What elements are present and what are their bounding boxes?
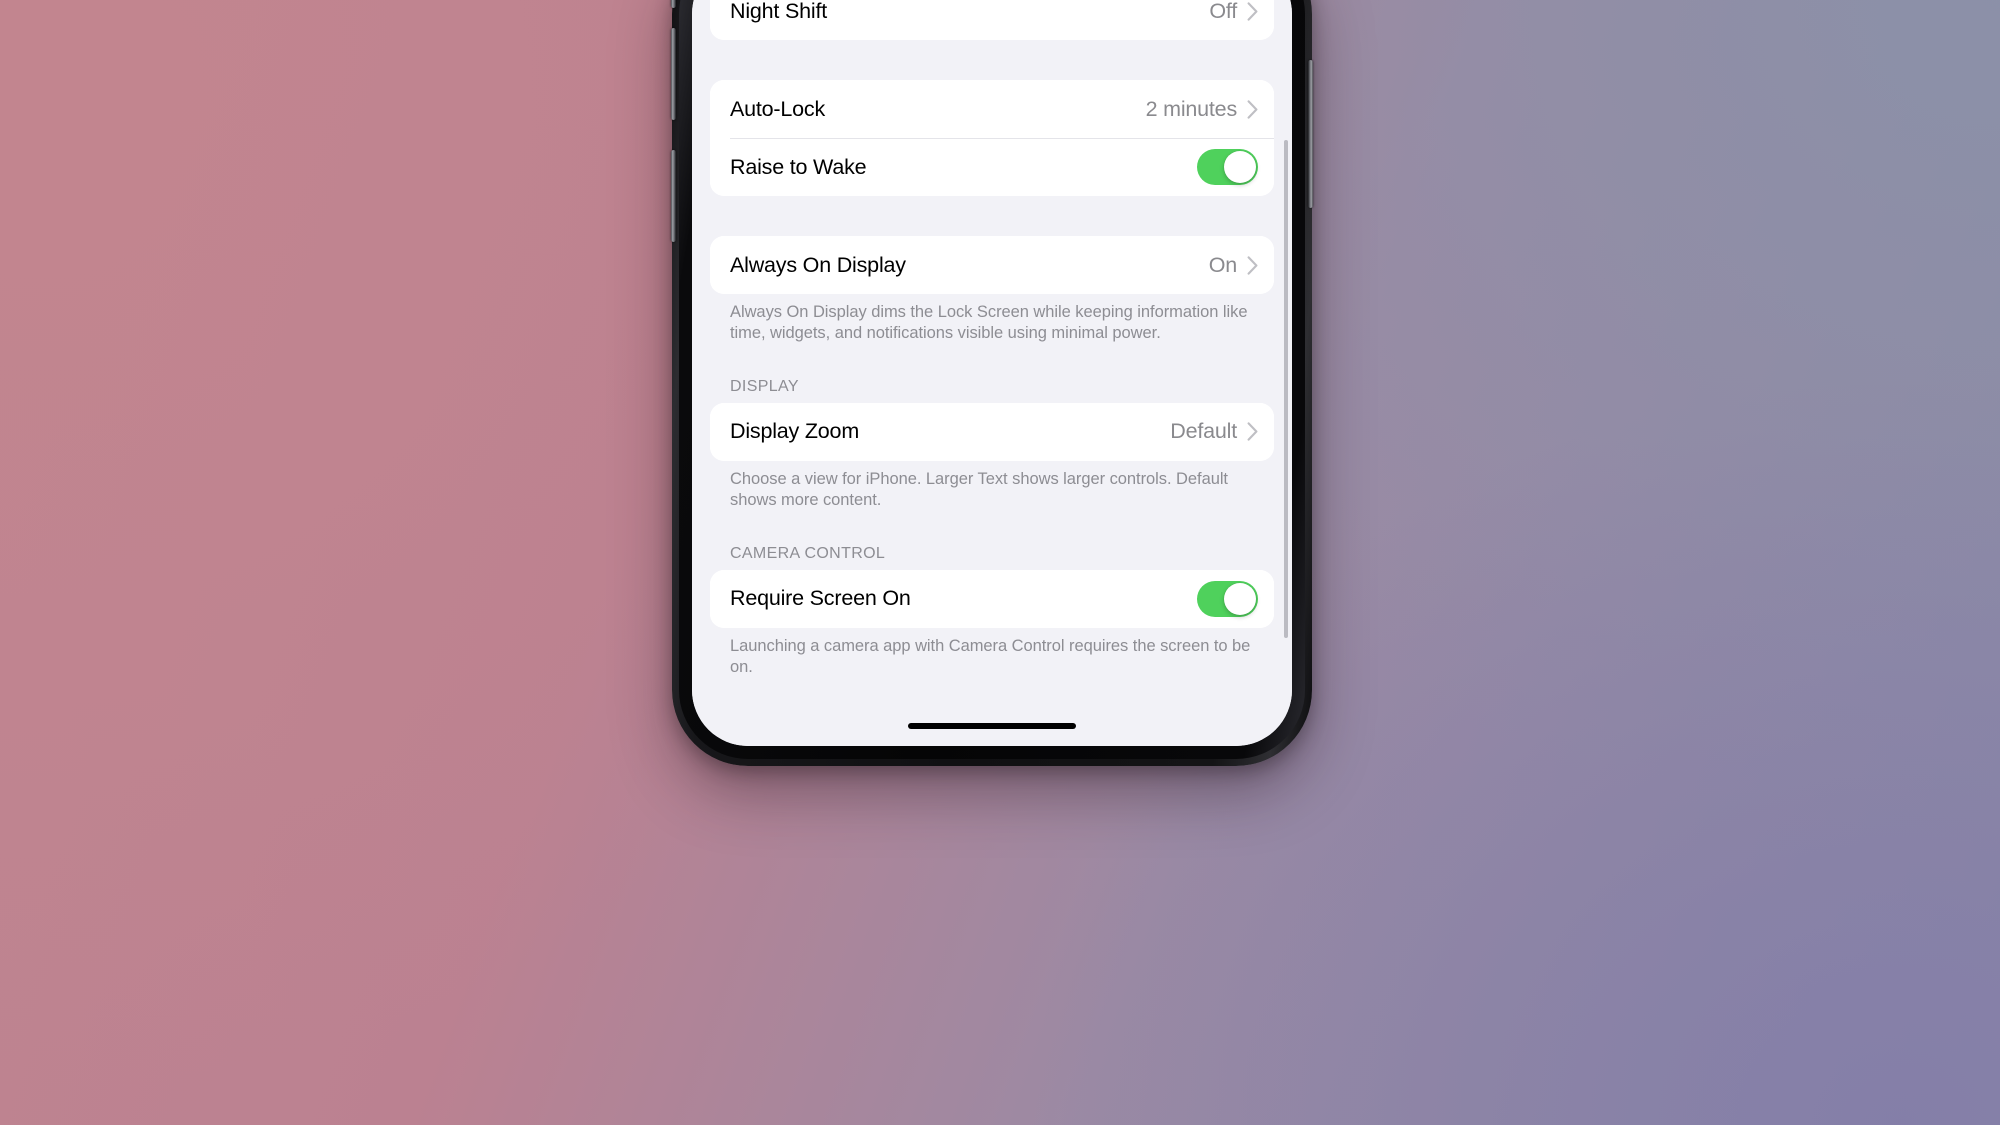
row-value: 2 minutes (1145, 96, 1238, 121)
vertical-scrollbar[interactable] (1284, 140, 1288, 638)
night-shift-group: Night Shift Off (710, 0, 1274, 40)
spacer-display (710, 344, 1274, 378)
always-on-display-group: Always On Display On (710, 236, 1274, 294)
row-title: Raise to Wake (730, 154, 867, 179)
chevron-right-icon (1247, 1, 1258, 21)
chevron-right-icon (1247, 99, 1258, 119)
row-title: Always On Display (730, 252, 906, 277)
settings-row-auto-lock[interactable]: Auto-Lock 2 minutes (710, 80, 1274, 138)
iphone-device: Night Shift Off Auto-Lock 2 minutes Rais… (671, 0, 1313, 766)
volume-down-button[interactable] (671, 150, 676, 242)
settings-row-always-on-display[interactable]: Always On Display On (710, 236, 1274, 294)
camera-control-group: Require Screen On (710, 569, 1274, 628)
row-value: Off (1209, 0, 1237, 23)
settings-row-night-shift[interactable]: Night Shift Off (710, 0, 1274, 40)
chevron-right-icon (1247, 255, 1258, 275)
toggle-knob (1224, 582, 1256, 615)
auto-lock-group: Auto-Lock 2 minutes Raise to Wake (710, 80, 1274, 196)
row-title: Require Screen On (730, 586, 911, 611)
volume-up-button[interactable] (671, 28, 676, 120)
spacer-camera-control (710, 511, 1274, 545)
settings-row-display-zoom[interactable]: Display Zoom Default (710, 402, 1274, 461)
display-group: Display Zoom Default (710, 402, 1274, 461)
row-value: Default (1170, 419, 1237, 444)
toggle-switch-require-screen-on[interactable] (1197, 580, 1258, 617)
footnote-require-screen-on: Launching a camera app with Camera Contr… (730, 636, 1251, 676)
section-header-display: DISPLAY (730, 377, 799, 395)
settings-row-raise-to-wake[interactable]: Raise to Wake (710, 138, 1274, 196)
row-value: On (1208, 252, 1237, 277)
spacer-always-on (710, 196, 1274, 236)
toggle-switch-raise-to-wake[interactable] (1197, 149, 1258, 185)
chevron-right-icon (1247, 422, 1258, 442)
settings-row-require-screen-on[interactable]: Require Screen On (710, 569, 1274, 628)
footnote-always-on-display: Always On Display dims the Lock Screen w… (730, 303, 1248, 342)
spacer-auto-lock (710, 40, 1274, 80)
row-title: Display Zoom (730, 419, 860, 444)
settings-scroll-view[interactable]: Night Shift Off Auto-Lock 2 minutes Rais… (692, 0, 1292, 746)
power-button[interactable] (1308, 60, 1313, 208)
phone-screen: Night Shift Off Auto-Lock 2 minutes Rais… (692, 0, 1292, 746)
footnote-display-zoom: Choose a view for iPhone. Larger Text sh… (730, 469, 1228, 509)
row-title: Auto-Lock (730, 96, 826, 121)
section-header-camera-control: CAMERA CONTROL (730, 544, 886, 562)
home-indicator[interactable] (908, 723, 1076, 729)
toggle-knob (1224, 151, 1256, 183)
action-button[interactable] (671, 0, 676, 8)
row-title: Night Shift (730, 0, 827, 23)
